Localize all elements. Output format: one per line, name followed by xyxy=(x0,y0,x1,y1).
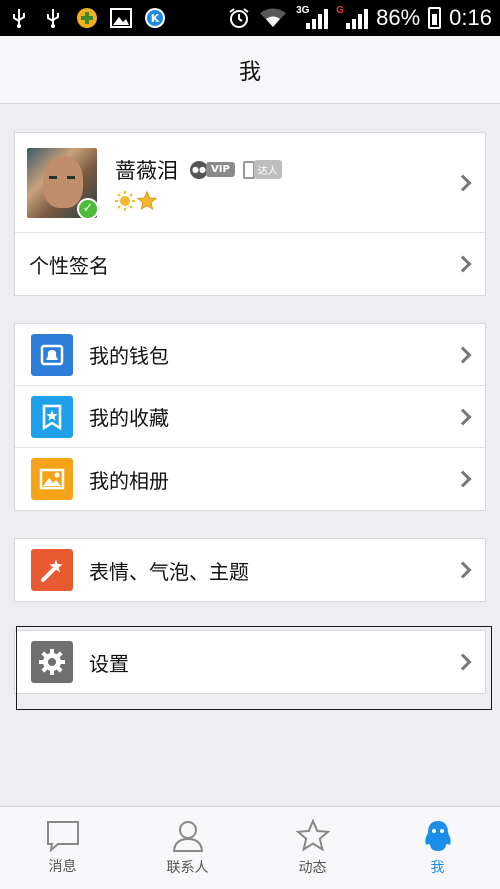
sun-icon xyxy=(115,190,135,211)
wallet-icon xyxy=(31,333,73,376)
avatar[interactable]: ✓ xyxy=(27,147,99,220)
tab-messages[interactable]: 消息 xyxy=(0,807,125,889)
svg-text:K: K xyxy=(151,12,160,25)
header: 我 xyxy=(0,36,500,104)
profile-group: ✓ 蔷薇泪 ●● VIP 达人 个性签名 xyxy=(14,132,486,296)
profile-info: 蔷薇泪 ●● VIP 达人 xyxy=(115,155,282,211)
signature-label: 个性签名 xyxy=(29,253,109,278)
tab-me[interactable]: 我 xyxy=(375,807,500,889)
profile-badges: ●● VIP 达人 xyxy=(190,160,282,180)
menu-item-label: 表情、气泡、主题 xyxy=(89,559,249,584)
chevron-right-icon xyxy=(454,561,472,579)
network-3g-label: 3G xyxy=(296,5,310,16)
message-icon xyxy=(46,821,79,852)
chevron-right-icon xyxy=(454,346,472,363)
menu-item-label: 我的钱包 xyxy=(89,344,169,368)
image-icon xyxy=(110,8,132,28)
star-outline-icon xyxy=(295,819,330,852)
vip-label: VIP xyxy=(206,162,235,177)
profile-row[interactable]: ✓ 蔷薇泪 ●● VIP 达人 xyxy=(15,133,485,233)
menu-item-favorites[interactable]: 我的收藏 xyxy=(15,386,485,448)
usb-icon xyxy=(47,9,59,28)
chevron-right-icon xyxy=(454,408,472,425)
menu-group-main: 我的钱包 我的收藏 我的相册 xyxy=(14,323,486,511)
page-title: 我 xyxy=(238,59,261,85)
chevron-right-icon xyxy=(454,470,472,488)
chevron-right-icon xyxy=(454,653,472,671)
menu-item-themes[interactable]: 表情、气泡、主题 xyxy=(15,539,485,601)
menu-group-settings: 设置 xyxy=(14,630,486,694)
game-icon xyxy=(77,8,97,28)
profile-name: 蔷薇泪 xyxy=(115,158,178,183)
tab-label: 消息 xyxy=(48,859,77,875)
menu-item-label: 我的收藏 xyxy=(89,406,169,430)
menu-group-themes: 表情、气泡、主题 xyxy=(14,538,486,602)
photo-icon xyxy=(31,458,73,500)
contacts-icon xyxy=(172,821,203,852)
avatar-eye xyxy=(49,175,57,179)
menu-item-label: 设置 xyxy=(89,651,129,676)
phone-icon xyxy=(242,160,255,179)
tab-label: 动态 xyxy=(298,860,327,876)
tab-contacts[interactable]: 联系人 xyxy=(125,807,250,889)
menu-item-settings[interactable]: 设置 xyxy=(15,631,485,693)
bookmark-star-icon xyxy=(31,395,73,438)
bottom-tab-bar: 消息 联系人 动态 我 xyxy=(0,806,500,889)
daren-label: 达人 xyxy=(253,160,282,179)
menu-item-label: 我的相册 xyxy=(89,468,169,493)
gear-icon xyxy=(31,641,73,683)
magic-wand-icon xyxy=(31,549,73,591)
status-bar: K 3G G 86% 0:16 xyxy=(0,0,500,36)
verified-check-icon: ✓ xyxy=(77,197,99,220)
battery-percent: 86% xyxy=(376,5,421,30)
signal-icon: 3G xyxy=(296,5,329,29)
tab-feed[interactable]: 动态 xyxy=(250,807,375,889)
tab-label: 联系人 xyxy=(166,860,209,876)
star-icon xyxy=(137,190,157,210)
usb-icon xyxy=(13,9,25,28)
vip-badge[interactable]: ●● VIP xyxy=(190,160,235,180)
network-g-label: G xyxy=(336,5,344,16)
wifi-icon xyxy=(260,8,287,27)
penguin-icon xyxy=(424,821,451,851)
alarm-icon xyxy=(229,8,249,28)
daren-badge[interactable]: 达人 xyxy=(242,160,282,179)
battery-icon xyxy=(428,7,442,29)
signal-icon: G xyxy=(336,5,369,29)
menu-item-album[interactable]: 我的相册 xyxy=(15,448,485,510)
chevron-right-icon xyxy=(454,255,472,273)
avatar-eye xyxy=(67,175,75,179)
menu-item-wallet[interactable]: 我的钱包 xyxy=(15,324,485,386)
clock: 0:16 xyxy=(449,5,492,30)
chevron-right-icon xyxy=(454,174,472,191)
level-icons xyxy=(115,190,282,211)
avatar-face xyxy=(43,155,83,208)
tab-label: 我 xyxy=(430,860,445,876)
k-icon: K xyxy=(145,8,165,28)
signature-row[interactable]: 个性签名 xyxy=(15,233,485,295)
